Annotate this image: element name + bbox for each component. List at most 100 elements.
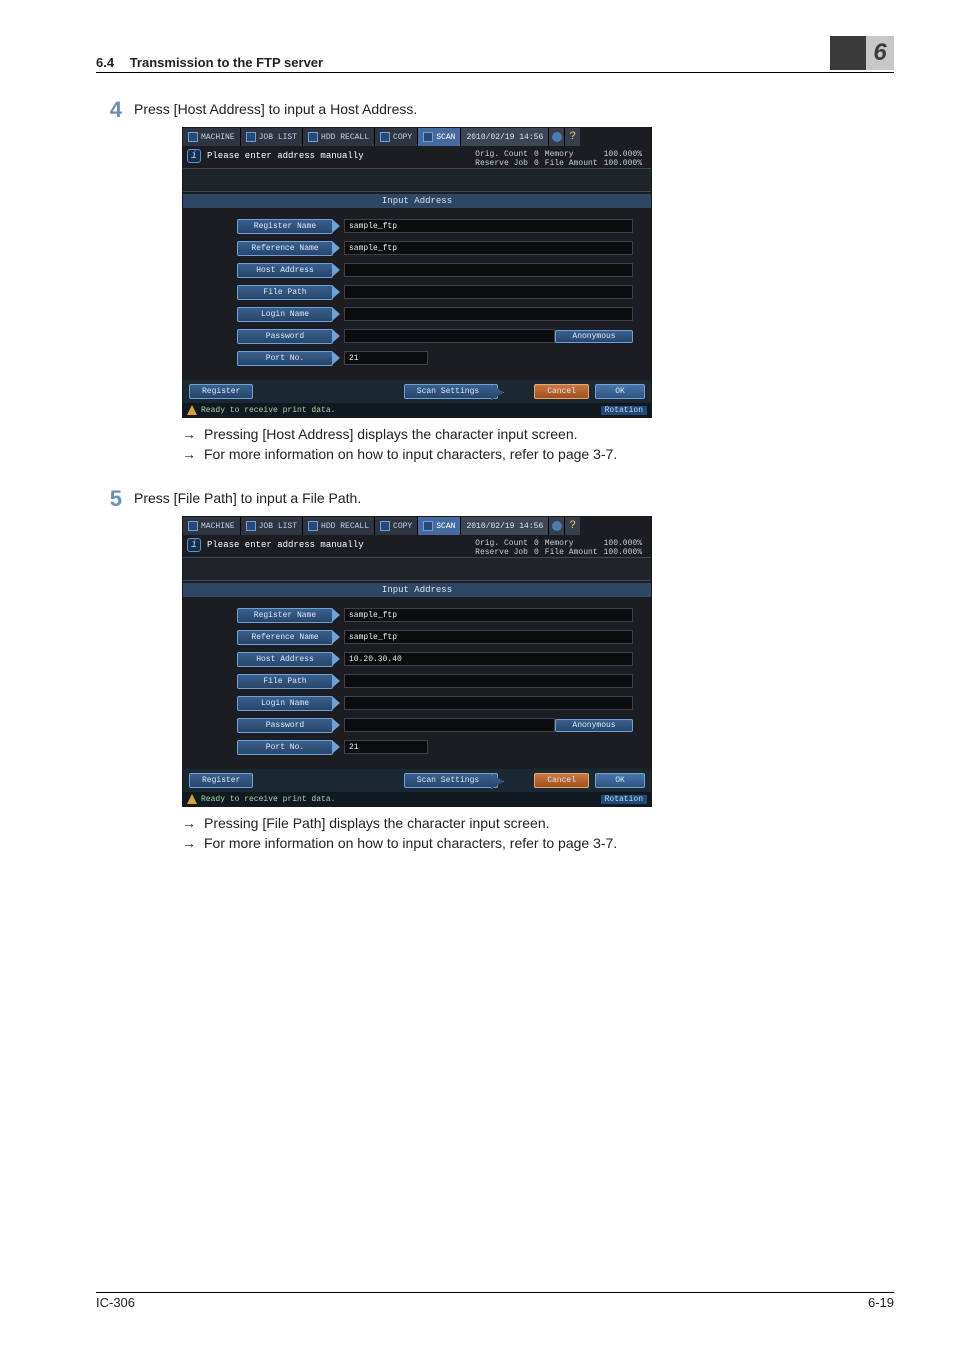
form-title: Input Address <box>183 583 651 597</box>
status-counters: Orig. Count0Memory100.000% Reserve Job0F… <box>472 539 645 557</box>
step-number-5: 5 <box>96 486 134 512</box>
login-name-value <box>344 307 633 321</box>
info-message: Please enter address manually <box>207 151 364 161</box>
tab-scan[interactable]: SCAN <box>418 517 461 535</box>
info-icon: i <box>187 538 201 552</box>
port-no-value: 21 <box>344 740 428 754</box>
machine-icon <box>188 521 198 531</box>
register-name-button[interactable]: Register Name <box>237 219 333 234</box>
tab-machine[interactable]: MACHINE <box>183 517 241 535</box>
tab-joblist[interactable]: JOB LIST <box>241 517 303 535</box>
tab-hddrecall[interactable]: HDD RECALL <box>303 517 375 535</box>
register-button[interactable]: Register <box>189 773 253 788</box>
file-path-button[interactable]: File Path <box>237 285 333 300</box>
step-text-4: Press [Host Address] to input a Host Add… <box>134 101 417 117</box>
form-title: Input Address <box>183 194 651 208</box>
status-circle-icon <box>548 128 564 146</box>
status-circle-icon <box>548 517 564 535</box>
scan-icon <box>423 132 433 142</box>
scan-icon <box>423 521 433 531</box>
host-address-button[interactable]: Host Address <box>237 263 333 278</box>
scan-settings-button[interactable]: Scan Settings <box>404 773 498 788</box>
tab-copy[interactable]: COPY <box>375 128 418 146</box>
notes-step5: →Pressing [File Path] displays the chara… <box>182 815 894 851</box>
ok-button[interactable]: OK <box>595 773 645 788</box>
joblist-icon <box>246 132 256 142</box>
notes-step4: →Pressing [Host Address] displays the ch… <box>182 426 894 462</box>
tab-machine[interactable]: MACHINE <box>183 128 241 146</box>
anonymous-button[interactable]: Anonymous <box>555 719 633 732</box>
host-address-value <box>344 263 633 277</box>
hdd-icon <box>308 132 318 142</box>
status-text: Ready to receive print data. <box>201 406 335 415</box>
register-name-value: sample_ftp <box>344 219 633 233</box>
copy-icon <box>380 132 390 142</box>
file-path-value <box>344 285 633 299</box>
login-name-button[interactable]: Login Name <box>237 307 333 322</box>
screenshot-host-address: MACHINE JOB LIST HDD RECALL COPY SCAN 20… <box>182 127 652 418</box>
file-path-button[interactable]: File Path <box>237 674 333 689</box>
login-name-value <box>344 696 633 710</box>
host-address-button[interactable]: Host Address <box>237 652 333 667</box>
password-button[interactable]: Password <box>237 718 333 733</box>
tab-scan[interactable]: SCAN <box>418 128 461 146</box>
arrow-icon: → <box>182 426 196 442</box>
info-message: Please enter address manually <box>207 540 364 550</box>
help-icon[interactable]: ? <box>564 128 580 146</box>
info-icon: i <box>187 149 201 163</box>
hdd-icon <box>308 521 318 531</box>
reference-name-value: sample_ftp <box>344 630 633 644</box>
copy-icon <box>380 521 390 531</box>
chapter-badge: 6 <box>830 36 894 70</box>
arrow-icon: → <box>182 446 196 462</box>
reference-name-button[interactable]: Reference Name <box>237 630 333 645</box>
file-path-value <box>344 674 633 688</box>
host-address-value: 10.20.30.40 <box>344 652 633 666</box>
reference-name-value: sample_ftp <box>344 241 633 255</box>
register-name-value: sample_ftp <box>344 608 633 622</box>
tab-joblist[interactable]: JOB LIST <box>241 128 303 146</box>
arrow-icon: → <box>182 835 196 851</box>
register-name-button[interactable]: Register Name <box>237 608 333 623</box>
footer-right: 6-19 <box>868 1295 894 1310</box>
help-icon[interactable]: ? <box>564 517 580 535</box>
login-name-button[interactable]: Login Name <box>237 696 333 711</box>
rotation-badge: Rotation <box>601 406 647 415</box>
scan-settings-button[interactable]: Scan Settings <box>404 384 498 399</box>
password-value <box>344 329 555 343</box>
step-number-4: 4 <box>96 97 134 123</box>
clock: 2010/02/19 14:56 <box>461 128 548 146</box>
register-button[interactable]: Register <box>189 384 253 399</box>
step-text-5: Press [File Path] to input a File Path. <box>134 490 361 506</box>
status-text: Ready to receive print data. <box>201 795 335 804</box>
joblist-icon <box>246 521 256 531</box>
clock: 2010/02/19 14:56 <box>461 517 548 535</box>
tab-hddrecall[interactable]: HDD RECALL <box>303 128 375 146</box>
cancel-button[interactable]: Cancel <box>534 384 589 399</box>
reference-name-button[interactable]: Reference Name <box>237 241 333 256</box>
section-title: Transmission to the FTP server <box>130 55 323 70</box>
rotation-badge: Rotation <box>601 795 647 804</box>
machine-icon <box>188 132 198 142</box>
password-button[interactable]: Password <box>237 329 333 344</box>
cancel-button[interactable]: Cancel <box>534 773 589 788</box>
anonymous-button[interactable]: Anonymous <box>555 330 633 343</box>
arrow-icon: → <box>182 815 196 831</box>
password-value <box>344 718 555 732</box>
section-number: 6.4 <box>96 55 114 70</box>
tab-copy[interactable]: COPY <box>375 517 418 535</box>
warning-icon <box>187 794 197 804</box>
page-header: 6.4 Transmission to the FTP server 6 <box>96 36 894 73</box>
ok-button[interactable]: OK <box>595 384 645 399</box>
port-no-button[interactable]: Port No. <box>237 740 333 755</box>
page-footer: IC-306 6-19 <box>96 1292 894 1310</box>
screenshot-file-path: MACHINE JOB LIST HDD RECALL COPY SCAN 20… <box>182 516 652 807</box>
footer-left: IC-306 <box>96 1295 135 1310</box>
address-form: Register Name sample_ftp Reference Name sa… <box>183 597 651 769</box>
tab-bar: MACHINE JOB LIST HDD RECALL COPY SCAN 20… <box>183 517 651 535</box>
port-no-value: 21 <box>344 351 428 365</box>
warning-icon <box>187 405 197 415</box>
address-form: Register Name sample_ftp Reference Name sa… <box>183 208 651 380</box>
port-no-button[interactable]: Port No. <box>237 351 333 366</box>
status-counters: Orig. Count0Memory100.000% Reserve Job0F… <box>472 150 645 168</box>
